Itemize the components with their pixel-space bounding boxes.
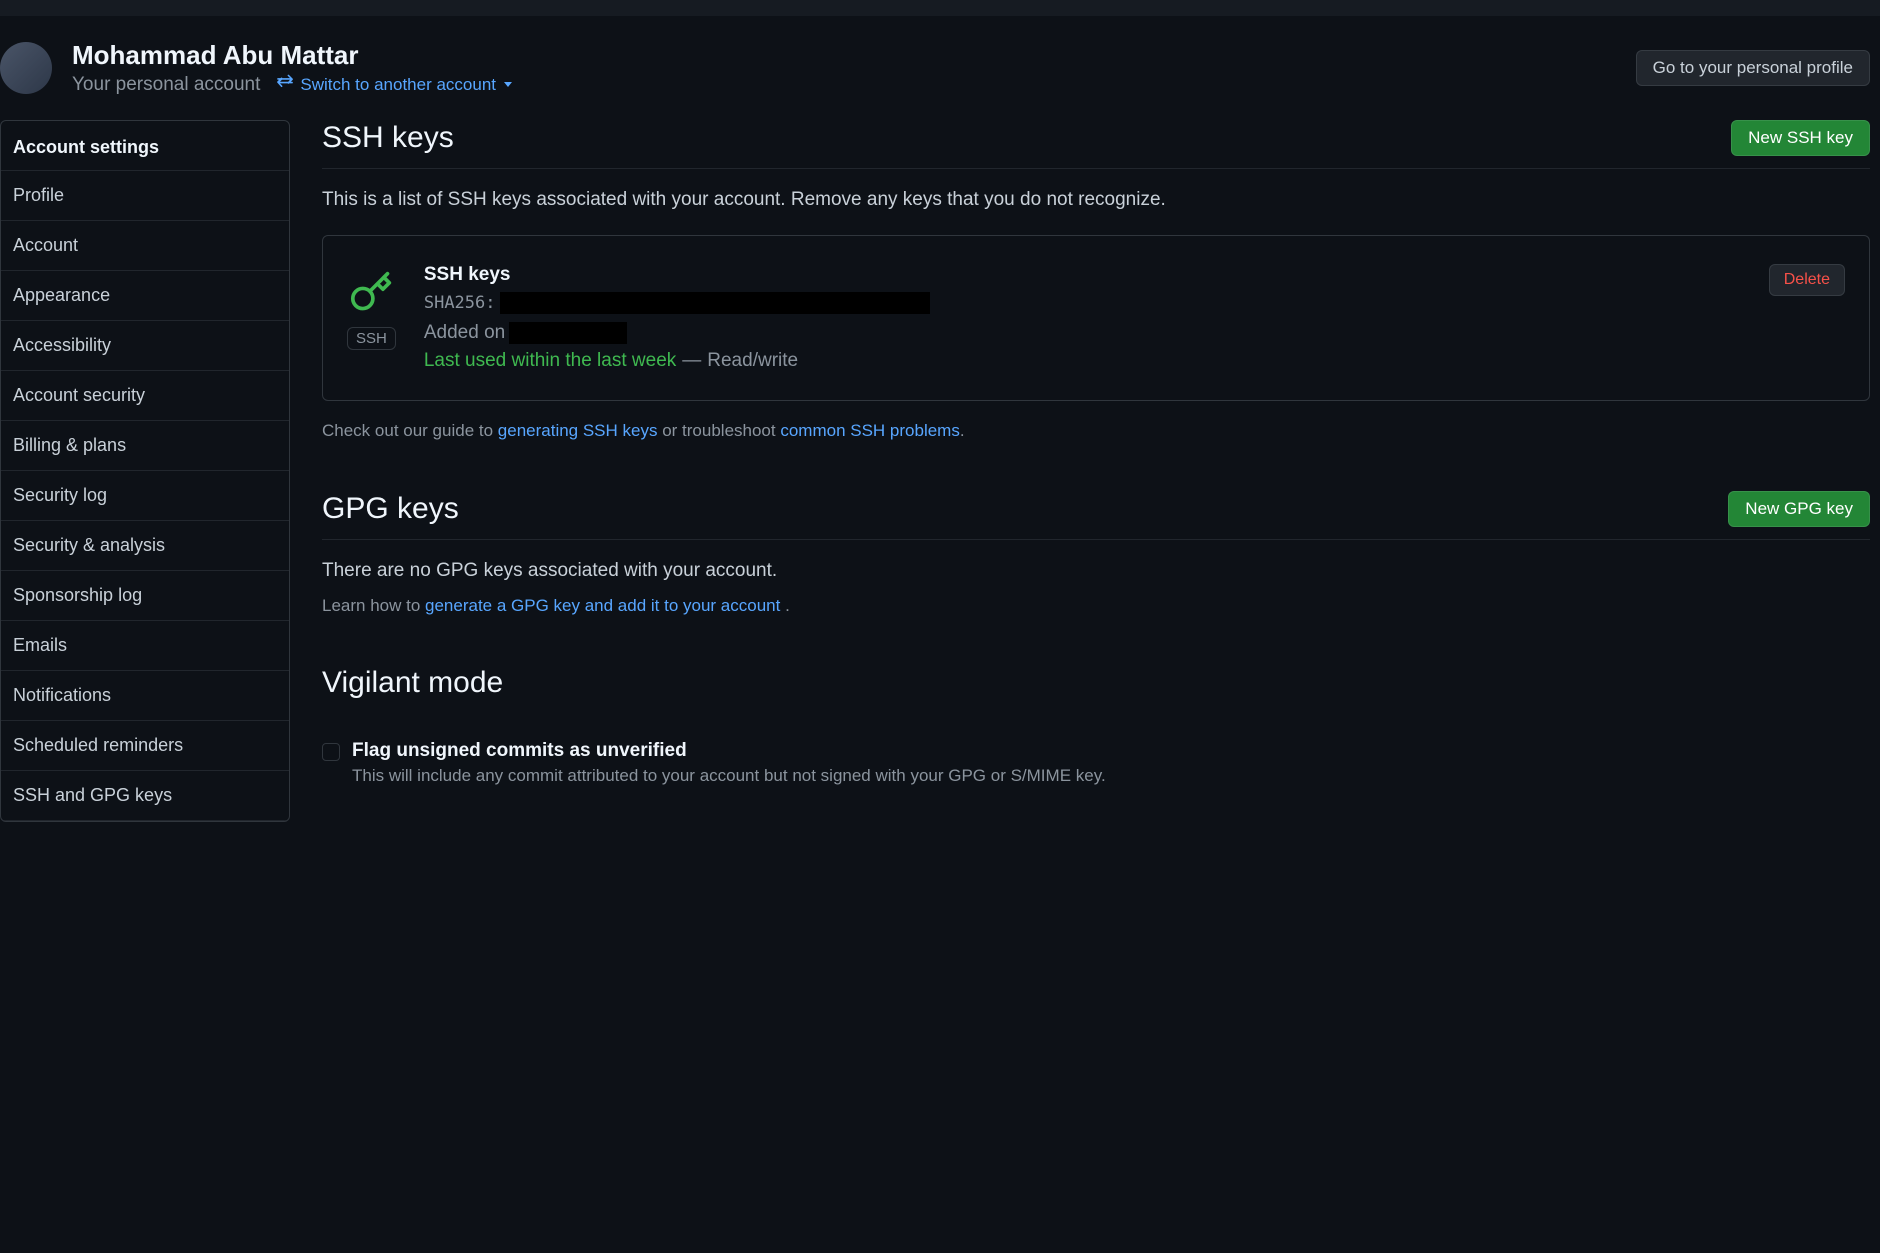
guide-suffix: . [960, 421, 965, 440]
key-type-badge: SSH [347, 327, 396, 350]
vigilant-checkbox-desc: This will include any commit attributed … [352, 766, 1106, 786]
key-details: SSH keys SHA256: Added on Last used with… [424, 264, 1741, 372]
key-usage-row: Last used within the last week — Read/wr… [424, 350, 1741, 372]
gpg-learn: Learn how to generate a GPG key and add … [322, 596, 1870, 616]
sidebar-item-security-log[interactable]: Security log [1, 471, 289, 521]
sidebar-item-ssh-gpg-keys[interactable]: SSH and GPG keys [1, 771, 289, 821]
guide-middle: or troubleshoot [657, 421, 780, 440]
sidebar-item-billing[interactable]: Billing & plans [1, 421, 289, 471]
generate-gpg-key-link[interactable]: generate a GPG key and add it to your ac… [425, 596, 780, 615]
checkbox-content: Flag unsigned commits as unverified This… [352, 740, 1106, 786]
top-bar [0, 0, 1880, 16]
header-info: Mohammad Abu Mattar Your personal accoun… [72, 40, 1616, 96]
vigilant-checkbox-row: Flag unsigned commits as unverified This… [322, 740, 1870, 786]
sidebar-item-notifications[interactable]: Notifications [1, 671, 289, 721]
key-added-redacted [509, 322, 627, 344]
key-sha-prefix: SHA256: [424, 293, 496, 313]
switch-account-label: Switch to another account [300, 75, 496, 95]
new-gpg-key-button[interactable]: New GPG key [1728, 491, 1870, 527]
caret-down-icon [504, 82, 512, 87]
vigilant-checkbox-label: Flag unsigned commits as unverified [352, 740, 1106, 762]
sidebar-item-sponsorship-log[interactable]: Sponsorship log [1, 571, 289, 621]
switch-account-link[interactable]: Switch to another account [276, 73, 512, 96]
avatar[interactable] [0, 42, 52, 94]
sidebar-item-account[interactable]: Account [1, 221, 289, 271]
delete-key-button[interactable]: Delete [1769, 264, 1845, 296]
gpg-learn-prefix: Learn how to [322, 596, 425, 615]
layout: Account settings Profile Account Appeara… [0, 120, 1880, 822]
sidebar-item-appearance[interactable]: Appearance [1, 271, 289, 321]
key-added-prefix: Added on [424, 322, 505, 344]
key-last-used: Last used within the last week [424, 350, 676, 372]
ssh-section-header: SSH keys New SSH key [322, 120, 1870, 169]
key-sha-redacted [500, 292, 930, 314]
sidebar-item-emails[interactable]: Emails [1, 621, 289, 671]
sidebar-item-scheduled-reminders[interactable]: Scheduled reminders [1, 721, 289, 771]
key-title: SSH keys [424, 264, 1741, 286]
ssh-title: SSH keys [322, 121, 454, 155]
key-sha-row: SHA256: [424, 292, 1741, 314]
main-content: SSH keys New SSH key This is a list of S… [322, 120, 1880, 822]
subtitle-row: Your personal account Switch to another … [72, 73, 1616, 96]
key-icon-column: SSH [347, 264, 396, 350]
gpg-title: GPG keys [322, 492, 459, 526]
subtitle: Your personal account [72, 74, 260, 96]
sidebar-heading: Account settings [1, 121, 289, 171]
key-permission: Read/write [707, 350, 798, 372]
vigilant-title: Vigilant mode [322, 666, 1870, 700]
gpg-learn-suffix: . [780, 596, 789, 615]
gpg-section-header: GPG keys New GPG key [322, 491, 1870, 540]
generating-ssh-keys-link[interactable]: generating SSH keys [498, 421, 658, 440]
ssh-guide: Check out our guide to generating SSH ke… [322, 421, 1870, 441]
sidebar: Account settings Profile Account Appeara… [0, 120, 290, 822]
sidebar-item-account-security[interactable]: Account security [1, 371, 289, 421]
common-ssh-problems-link[interactable]: common SSH problems [780, 421, 960, 440]
guide-prefix: Check out our guide to [322, 421, 498, 440]
page-header: Mohammad Abu Mattar Your personal accoun… [0, 16, 1880, 120]
switch-icon [276, 73, 294, 96]
flag-unsigned-checkbox[interactable] [322, 743, 340, 761]
new-ssh-key-button[interactable]: New SSH key [1731, 120, 1870, 156]
sidebar-item-accessibility[interactable]: Accessibility [1, 321, 289, 371]
ssh-key-item: SSH SSH keys SHA256: Added on Last used … [322, 235, 1870, 401]
go-to-profile-button[interactable]: Go to your personal profile [1636, 50, 1870, 86]
key-added-row: Added on [424, 322, 1741, 344]
gpg-description: There are no GPG keys associated with yo… [322, 560, 1870, 582]
key-icon [349, 270, 393, 317]
user-name: Mohammad Abu Mattar [72, 40, 1616, 71]
sidebar-item-profile[interactable]: Profile [1, 171, 289, 221]
sidebar-item-security-analysis[interactable]: Security & analysis [1, 521, 289, 571]
key-separator: — [682, 350, 701, 372]
ssh-description: This is a list of SSH keys associated wi… [322, 189, 1870, 211]
